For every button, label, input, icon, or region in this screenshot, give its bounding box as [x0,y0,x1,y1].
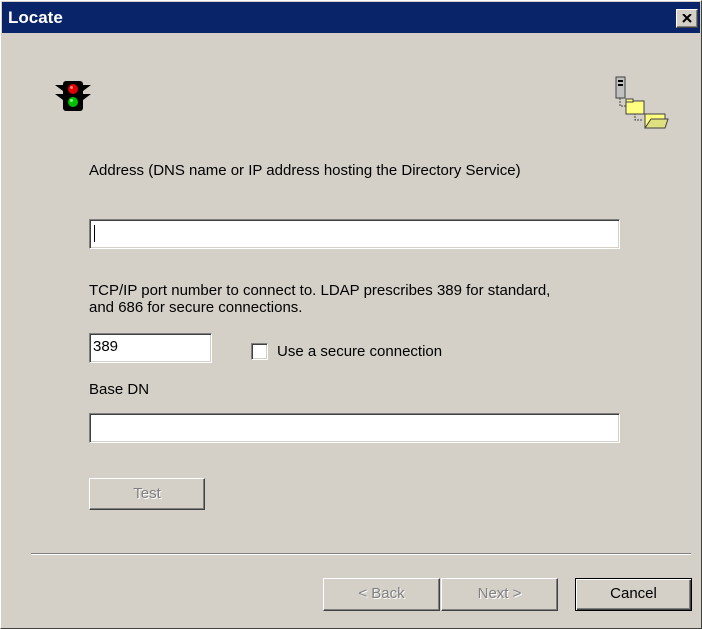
next-button[interactable]: Next > [441,578,558,611]
directory-tree-icon [615,76,669,129]
port-label-line2: and 686 for secure connections. [89,299,303,316]
test-button-label: Test [133,485,161,502]
address-input[interactable] [89,219,620,249]
port-label-line1: TCP/IP port number to connect to. LDAP p… [89,282,551,299]
window-title: Locate [8,8,63,27]
cancel-button-label: Cancel [610,585,657,602]
port-value: 389 [93,338,119,355]
close-button[interactable] [676,9,698,28]
port-input[interactable]: 389 [89,333,212,363]
base-dn-label: Base DN [89,381,150,398]
address-label: Address (DNS name or IP address hosting … [89,162,521,179]
cancel-button[interactable]: Cancel [575,578,692,611]
close-icon [682,14,692,23]
separator [31,553,691,555]
back-button-label: < Back [358,585,405,602]
secure-connection-checkbox[interactable] [251,343,268,360]
text-caret [94,225,95,242]
test-button[interactable]: Test [89,478,205,510]
traffic-light-icon [55,81,91,111]
base-dn-input[interactable] [89,413,620,443]
secure-connection-label[interactable]: Use a secure connection [277,343,442,361]
title-bar[interactable]: Locate [2,2,700,33]
next-button-label: Next > [477,585,522,602]
locate-dialog: Locate Address (DNS name or IP address h… [0,0,702,629]
back-button[interactable]: < Back [323,578,440,611]
